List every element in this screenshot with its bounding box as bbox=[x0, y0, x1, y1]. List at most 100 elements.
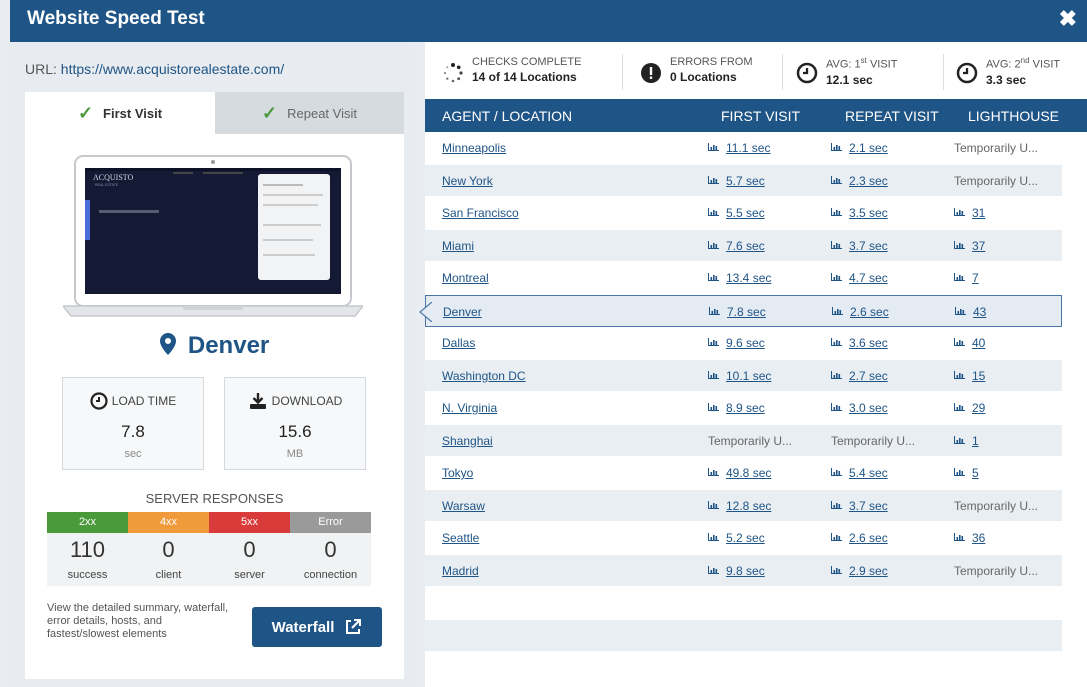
location-link[interactable]: Madrid bbox=[442, 564, 479, 578]
waterfall-button[interactable]: Waterfall bbox=[252, 607, 382, 647]
response-code: 4xx bbox=[128, 512, 209, 533]
location-link[interactable]: Miami bbox=[442, 239, 474, 253]
first-visit-cell[interactable]: 9.6 sec bbox=[708, 336, 765, 350]
tab-repeat-visit[interactable]: ✓ Repeat Visit bbox=[215, 92, 404, 134]
location-link[interactable]: Montreal bbox=[442, 271, 489, 285]
divider bbox=[782, 54, 783, 90]
column-header-repeat-visit[interactable]: REPEAT VISIT bbox=[845, 108, 939, 124]
bar-chart-icon bbox=[708, 208, 719, 216]
divider bbox=[622, 54, 623, 90]
location-link[interactable]: Seattle bbox=[442, 531, 479, 545]
first-visit-cell[interactable]: 7.6 sec bbox=[708, 239, 765, 253]
tab-first-visit[interactable]: ✓ First Visit bbox=[25, 92, 215, 134]
table-row[interactable]: New York 5.7 sec 2.3 sec Temporarily U... bbox=[425, 164, 1062, 197]
repeat-visit-cell[interactable]: 3.0 sec bbox=[831, 401, 888, 415]
lighthouse-cell[interactable]: 29 bbox=[954, 401, 985, 415]
response-count: 0 bbox=[162, 537, 175, 562]
response-count: 0 bbox=[243, 537, 256, 562]
lighthouse-cell[interactable]: 5 bbox=[954, 466, 979, 480]
repeat-visit-cell[interactable]: 3.5 sec bbox=[831, 206, 888, 220]
location-link[interactable]: Denver bbox=[443, 305, 482, 319]
repeat-visit-cell[interactable]: 3.7 sec bbox=[831, 499, 888, 513]
table-row[interactable]: Montreal 13.4 sec 4.7 sec 7 bbox=[425, 262, 1062, 295]
left-panel: URL: https://www.acquistorealestate.com/… bbox=[10, 42, 415, 687]
bar-chart-icon bbox=[954, 240, 965, 249]
bar-chart-icon bbox=[954, 273, 965, 281]
first-visit-cell[interactable]: 7.8 sec bbox=[709, 305, 766, 319]
checks-complete-stat: CHECKS COMPLETE 14 of 14 Locations bbox=[442, 56, 581, 84]
close-icon[interactable]: ✖ bbox=[1059, 6, 1077, 32]
lighthouse-cell[interactable]: 31 bbox=[954, 206, 985, 220]
location-link[interactable]: Warsaw bbox=[442, 499, 485, 513]
first-visit-cell[interactable]: 8.9 sec bbox=[708, 401, 765, 415]
lighthouse-cell[interactable]: 40 bbox=[954, 336, 985, 350]
repeat-visit-cell[interactable]: 2.1 sec bbox=[831, 141, 888, 155]
response-count: 110 bbox=[69, 537, 106, 562]
response-5xx: 5xx 0 server bbox=[209, 512, 290, 586]
table-row-empty bbox=[425, 619, 1062, 652]
repeat-visit-cell[interactable]: 2.9 sec bbox=[831, 564, 888, 578]
table-row[interactable]: San Francisco 5.5 sec 3.5 sec 31 bbox=[425, 197, 1062, 230]
location-link[interactable]: Washington DC bbox=[442, 369, 526, 383]
location-link[interactable]: New York bbox=[442, 174, 493, 188]
load-time-label: LOAD TIME bbox=[111, 394, 177, 408]
response-count: 0 bbox=[324, 537, 337, 562]
spinner-dots-icon bbox=[443, 63, 463, 83]
scrollbar[interactable] bbox=[1062, 132, 1087, 687]
table-row[interactable]: Shanghai Temporarily U... Temporarily U...… bbox=[425, 424, 1062, 457]
repeat-visit-cell[interactable]: 2.6 sec bbox=[831, 531, 888, 545]
repeat-visit-cell[interactable]: 3.6 sec bbox=[831, 336, 888, 350]
repeat-visit-cell[interactable]: 2.6 sec bbox=[832, 305, 889, 319]
url-link[interactable]: https://www.acquistorealestate.com/ bbox=[61, 61, 284, 77]
repeat-visit-cell[interactable]: 3.7 sec bbox=[831, 239, 888, 253]
location-link[interactable]: Minneapolis bbox=[442, 141, 506, 155]
first-visit-cell[interactable]: 5.7 sec bbox=[708, 174, 765, 188]
first-visit-cell[interactable]: 13.4 sec bbox=[708, 271, 771, 285]
first-visit-cell[interactable]: 9.8 sec bbox=[708, 564, 765, 578]
table-row[interactable]: N. Virginia 8.9 sec 3.0 sec 29 bbox=[425, 392, 1062, 425]
first-visit-cell[interactable]: 11.1 sec bbox=[708, 141, 770, 155]
table-row-selected[interactable]: Denver 7.8 sec 2.6 sec 43 bbox=[419, 294, 1062, 327]
server-responses-title: SERVER RESPONSES bbox=[145, 491, 284, 506]
lighthouse-cell[interactable]: 36 bbox=[954, 531, 985, 545]
table-row[interactable]: Warsaw 12.8 sec 3.7 sec Temporarily U... bbox=[425, 489, 1062, 522]
column-header-lighthouse[interactable]: LIGHTHOUSE bbox=[968, 108, 1059, 124]
table-row[interactable]: Washington DC 10.1 sec 2.7 sec 15 bbox=[425, 359, 1062, 392]
table-row[interactable]: Miami 7.6 sec 3.7 sec 37 bbox=[425, 229, 1062, 262]
lighthouse-cell[interactable]: 7 bbox=[954, 271, 979, 285]
bar-chart-icon bbox=[709, 306, 720, 315]
response-desc: client bbox=[155, 569, 182, 581]
table-row[interactable]: Madrid 9.8 sec 2.9 sec Temporarily U... bbox=[425, 554, 1062, 587]
table-row[interactable]: Tokyo 49.8 sec 5.4 sec 5 bbox=[425, 457, 1062, 490]
location-link[interactable]: Dallas bbox=[442, 336, 475, 350]
location-link[interactable]: San Francisco bbox=[442, 206, 519, 220]
bar-chart-icon bbox=[831, 208, 842, 216]
download-icon bbox=[249, 393, 266, 409]
location-link[interactable]: Shanghai bbox=[442, 434, 493, 448]
lighthouse-cell[interactable]: 37 bbox=[954, 239, 985, 253]
first-visit-cell[interactable]: 5.2 sec bbox=[708, 531, 765, 545]
first-visit-cell[interactable]: 12.8 sec bbox=[708, 499, 771, 513]
download-unit: MB bbox=[286, 448, 304, 460]
table-row[interactable]: Dallas 9.6 sec 3.6 sec 40 bbox=[425, 327, 1062, 360]
table-row[interactable]: Seattle 5.2 sec 2.6 sec 36 bbox=[425, 522, 1062, 555]
lighthouse-cell[interactable]: 43 bbox=[955, 305, 986, 319]
bar-chart-icon bbox=[954, 208, 965, 216]
table-row[interactable]: Minneapolis 11.1 sec 2.1 sec Temporarily U.… bbox=[425, 132, 1062, 165]
bar-chart-icon bbox=[831, 338, 842, 346]
window-title: Website Speed Test bbox=[27, 8, 205, 29]
first-visit-cell[interactable]: 10.1 sec bbox=[708, 369, 771, 383]
first-visit-cell[interactable]: 49.8 sec bbox=[708, 466, 771, 480]
location-link[interactable]: N. Virginia bbox=[442, 401, 497, 415]
repeat-visit-cell[interactable]: 2.7 sec bbox=[831, 369, 888, 383]
first-visit-cell[interactable]: 5.5 sec bbox=[708, 206, 765, 220]
repeat-visit-cell[interactable]: 2.3 sec bbox=[831, 174, 888, 188]
repeat-visit-cell[interactable]: 4.7 sec bbox=[831, 271, 888, 285]
lighthouse-cell[interactable]: 1 bbox=[954, 434, 979, 448]
lighthouse-cell[interactable]: 15 bbox=[954, 369, 985, 383]
location-link[interactable]: Tokyo bbox=[442, 466, 473, 480]
column-header-location[interactable]: AGENT / LOCATION bbox=[442, 108, 572, 124]
lighthouse-cell: Temporarily U... bbox=[954, 498, 1039, 513]
repeat-visit-cell[interactable]: 5.4 sec bbox=[831, 466, 888, 480]
column-header-first-visit[interactable]: FIRST VISIT bbox=[721, 108, 800, 124]
